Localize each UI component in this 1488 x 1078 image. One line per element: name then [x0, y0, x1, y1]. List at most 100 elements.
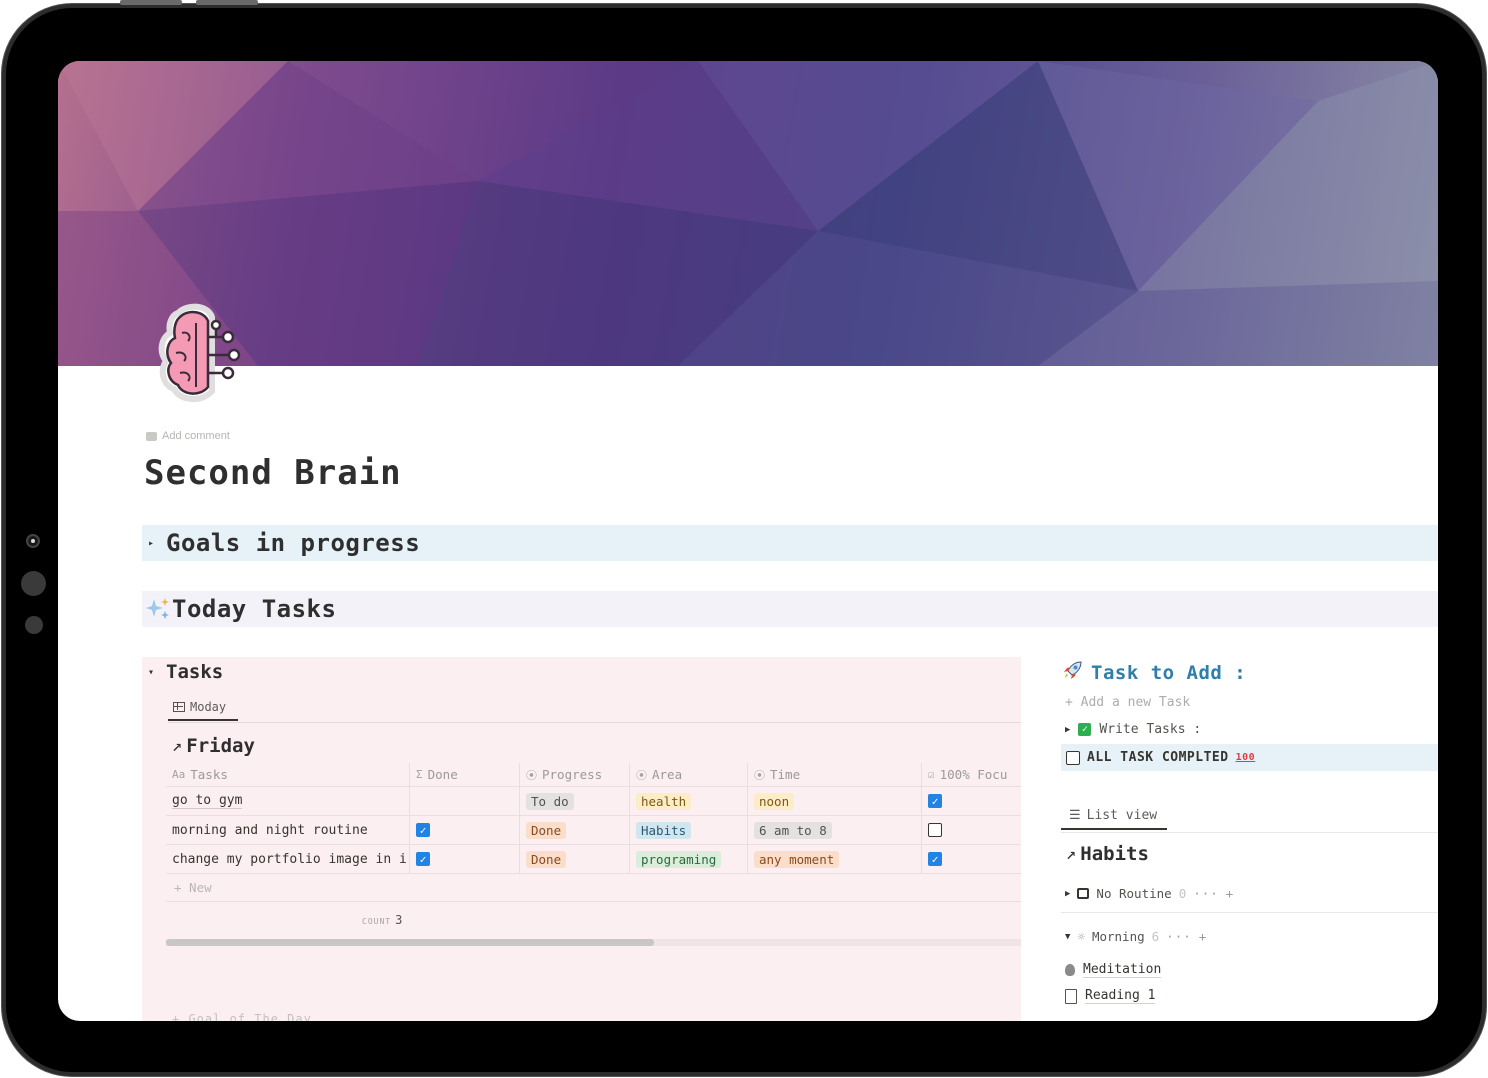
table-row[interactable]: change my portfolio image in i ✓ Done pr… — [166, 845, 1021, 874]
table-icon — [173, 702, 185, 712]
column-header-focus[interactable]: ☑ 100% Focu — [922, 763, 1021, 786]
column-label: Done — [427, 767, 458, 782]
count-value: 3 — [395, 913, 403, 927]
brain-circuit-icon[interactable] — [158, 303, 248, 407]
column-header-tasks[interactable]: Aa Tasks — [166, 763, 410, 786]
done-cell[interactable] — [410, 787, 520, 815]
new-row-button[interactable]: + New — [166, 874, 1021, 902]
task-name-cell[interactable]: change my portfolio image in i — [166, 845, 410, 873]
column-header-done[interactable]: Σ Done — [410, 763, 520, 786]
done-cell[interactable]: ✓ — [410, 845, 520, 873]
tasks-table: Aa Tasks Σ Done ⦿ Progress ⦿ Area ⦿ Time ☑ 100… — [166, 763, 1021, 902]
view-tab-list[interactable]: ☰ List view — [1061, 802, 1167, 830]
column-header-time[interactable]: ⦿ Time — [748, 763, 922, 786]
area-cell[interactable]: Habits — [630, 816, 748, 844]
tasks-title: Tasks — [166, 661, 224, 683]
add-new-task-button[interactable]: + Add a new Task — [1065, 695, 1190, 710]
toggle-arrow-icon[interactable]: ▸ — [148, 538, 166, 549]
habits-heading[interactable]: ↗ Habits — [1066, 843, 1149, 865]
inbox-icon — [1077, 888, 1090, 899]
goals-toggle[interactable]: ▸ Goals in progress — [142, 525, 1438, 561]
task-to-add-heading[interactable]: Task to Add : — [1063, 660, 1246, 685]
list-item[interactable]: Meditation — [1065, 962, 1162, 978]
time-tag: any moment — [754, 850, 840, 868]
focus-cell[interactable]: ✓ — [922, 845, 1021, 873]
task-name-cell[interactable]: go to gym — [166, 787, 410, 815]
count-summary[interactable]: COUNT 3 — [362, 913, 402, 927]
write-tasks-toggle[interactable]: ▶ ✓ Write Tasks : — [1065, 722, 1201, 737]
toggle-down-icon[interactable]: ▾ — [148, 667, 166, 678]
select-icon: ⦿ — [754, 768, 765, 782]
count-label: COUNT — [362, 917, 392, 926]
done-cell[interactable]: ✓ — [410, 816, 520, 844]
group-no-routine[interactable]: ▶ No Routine 0 ··· + — [1065, 886, 1234, 901]
checkbox-checked[interactable]: ✓ — [416, 852, 430, 866]
add-icon[interactable]: + — [1226, 886, 1235, 901]
toggle-down-icon[interactable]: ▼ — [1065, 932, 1070, 942]
toggle-arrow-icon[interactable]: ▶ — [1065, 889, 1070, 899]
progress-cell[interactable]: Done — [520, 845, 630, 873]
select-icon: ⦿ — [636, 768, 647, 782]
progress-cell[interactable]: To do — [520, 787, 630, 815]
checkbox-unchecked[interactable] — [928, 823, 942, 837]
checkbox-unchecked[interactable] — [1066, 750, 1080, 765]
column-label: Tasks — [190, 767, 228, 782]
rocket-icon — [1063, 660, 1083, 685]
focus-cell[interactable]: ✓ — [922, 787, 1021, 815]
column-header-progress[interactable]: ⦿ Progress — [520, 763, 630, 786]
focus-cell[interactable] — [922, 816, 1021, 844]
check-mark-icon: ✓ — [1078, 723, 1092, 736]
group-count: 6 — [1151, 929, 1160, 944]
goals-label: Goals in progress — [166, 529, 421, 557]
table-header: Aa Tasks Σ Done ⦿ Progress ⦿ Area ⦿ Time ☑ 100… — [166, 763, 1021, 787]
home-button — [21, 571, 46, 596]
task-name: morning and night routine — [172, 822, 368, 838]
group-count: 0 — [1178, 886, 1187, 901]
notion-page: Add comment Second Brain ▸ Goals in prog… — [58, 61, 1438, 1021]
area-cell[interactable]: programing — [630, 845, 748, 873]
all-done-label: ALL TASK COMPLTED — [1087, 750, 1229, 765]
checkbox-checked[interactable]: ✓ — [928, 794, 942, 808]
today-tasks-heading[interactable]: Today Tasks — [142, 591, 1438, 627]
time-tag: 6 am to 8 — [754, 821, 832, 839]
column-label: Time — [770, 767, 801, 782]
time-cell[interactable]: 6 am to 8 — [748, 816, 922, 844]
view-tab-moday[interactable]: Moday — [168, 695, 238, 721]
tasks-database: ▾ Tasks Moday ↗ Friday Aa Tasks Σ Done ⦿ Pr… — [142, 657, 1021, 1021]
time-cell[interactable]: noon — [748, 787, 922, 815]
checkbox-checked[interactable]: ✓ — [928, 852, 942, 866]
horizontal-scrollbar-thumb[interactable] — [166, 939, 654, 946]
list-item[interactable]: Reading 1 — [1065, 988, 1156, 1004]
more-options-icon[interactable]: ··· — [1166, 929, 1192, 944]
tablet-top-button — [120, 0, 182, 5]
column-header-area[interactable]: ⦿ Area — [630, 763, 748, 786]
table-row[interactable]: morning and night routine ✓ Done Habits … — [166, 816, 1021, 845]
tasks-toggle[interactable]: ▾ Tasks — [148, 661, 223, 683]
task-name-cell[interactable]: morning and night routine — [166, 816, 410, 844]
tablet-top-button — [196, 0, 258, 5]
goal-of-the-day-link[interactable]: + Goal of The Day — [172, 1012, 312, 1021]
group-friday[interactable]: ↗ Friday — [172, 735, 255, 757]
area-tag: health — [636, 792, 692, 810]
arrow-up-right-icon: ↗ — [172, 736, 183, 756]
progress-cell[interactable]: Done — [520, 816, 630, 844]
group-morning[interactable]: ▼ ☼ Morning 6 ··· + — [1065, 929, 1207, 944]
time-cell[interactable]: any moment — [748, 845, 922, 873]
toggle-arrow-icon[interactable]: ▶ — [1065, 725, 1070, 735]
table-row[interactable]: go to gym To do health noon ✓ — [166, 787, 1021, 816]
checkbox-checked[interactable]: ✓ — [416, 823, 430, 837]
add-icon[interactable]: + — [1199, 929, 1208, 944]
add-comment-button[interactable]: Add comment — [146, 430, 230, 442]
area-cell[interactable]: health — [630, 787, 748, 815]
arrow-up-right-icon: ↗ — [1066, 844, 1077, 864]
divider — [1061, 832, 1438, 833]
task-to-add-label: Task to Add : — [1091, 661, 1247, 684]
all-tasks-completed-todo[interactable]: ALL TASK COMPLTED 100 — [1061, 744, 1438, 771]
habit-label: Reading 1 — [1085, 988, 1156, 1004]
side-button — [25, 616, 43, 634]
page-title[interactable]: Second Brain — [144, 453, 402, 493]
page-icon — [1065, 988, 1077, 1004]
cover-image[interactable] — [58, 61, 1438, 366]
sparkles-icon — [146, 597, 172, 621]
more-options-icon[interactable]: ··· — [1193, 886, 1219, 901]
